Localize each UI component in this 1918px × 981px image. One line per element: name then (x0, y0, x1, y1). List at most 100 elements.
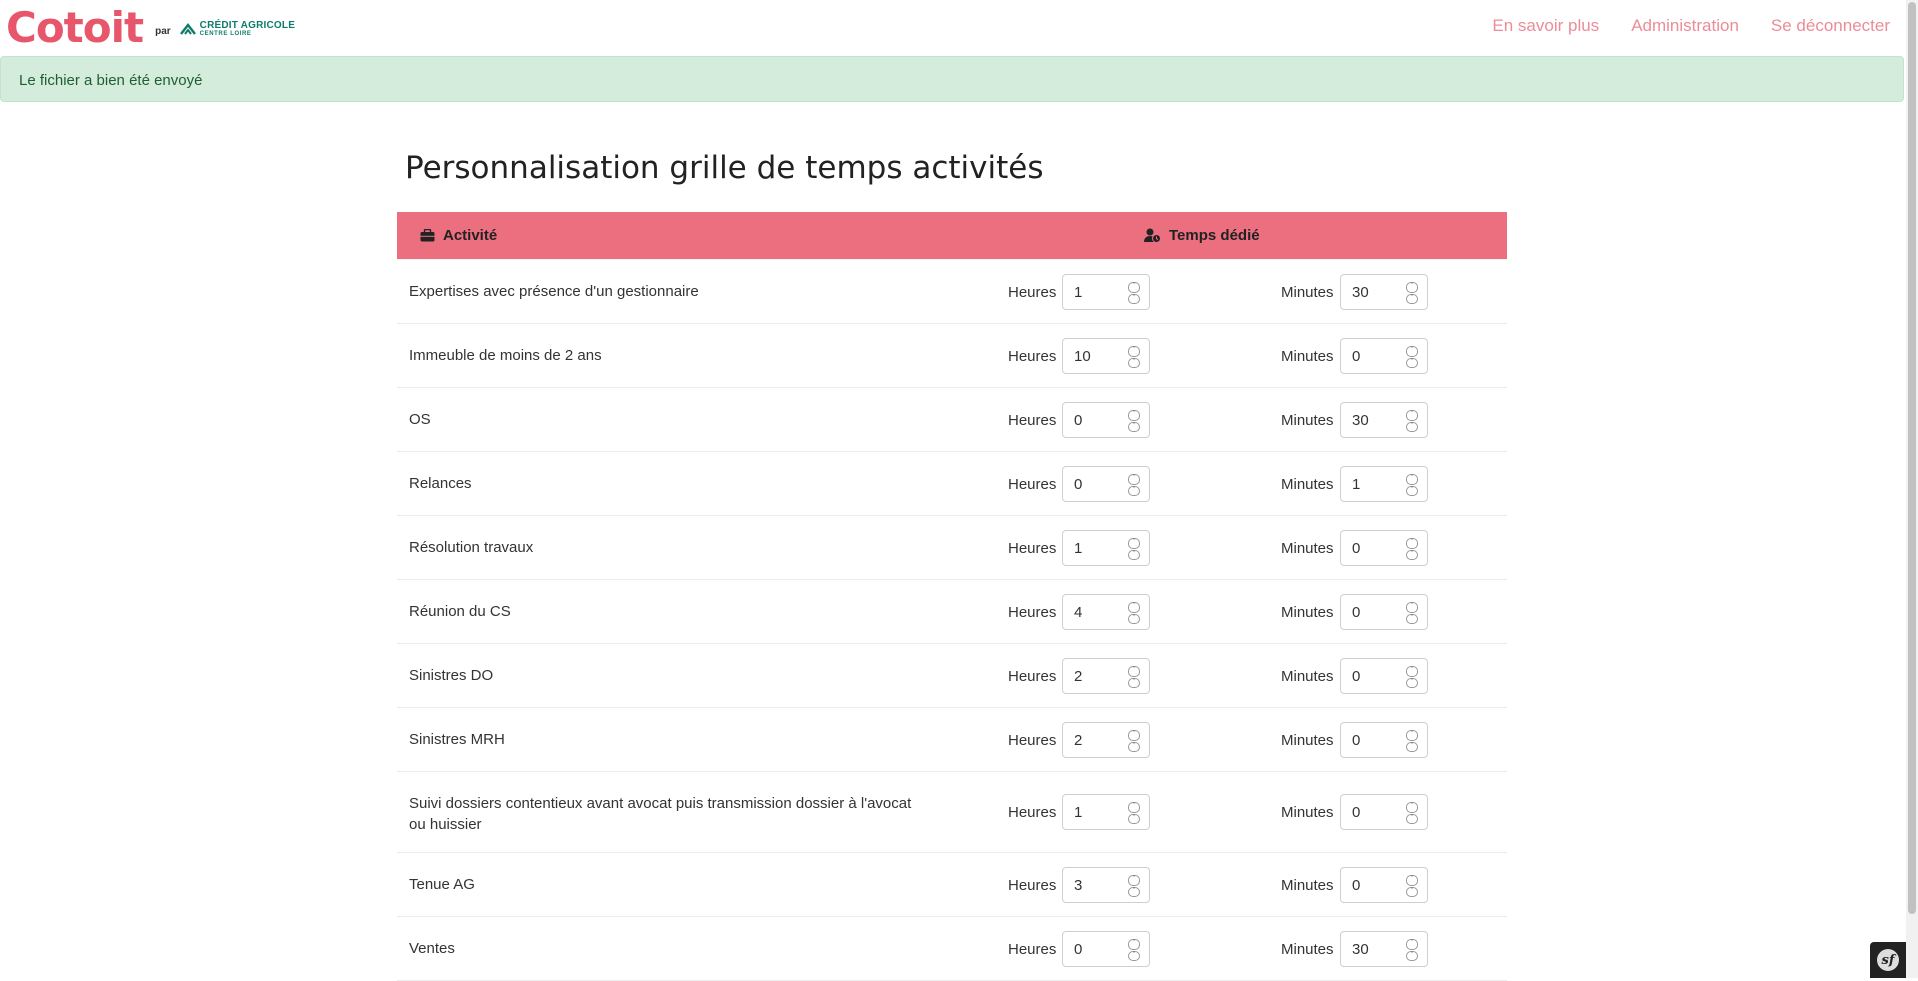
chevron-up-icon[interactable]: ˆ (1128, 346, 1140, 357)
chevron-up-icon[interactable]: ˆ (1128, 538, 1140, 549)
chevron-down-icon[interactable]: ˇ (1128, 421, 1140, 432)
chevron-up-icon[interactable]: ˆ (1406, 410, 1418, 421)
hours-label: Heures (1008, 348, 1057, 365)
chevron-up-icon[interactable]: ˆ (1406, 939, 1418, 950)
minutes-value[interactable]: 0 (1352, 604, 1360, 621)
minutes-input[interactable]: 0 ˆˇ (1340, 794, 1428, 830)
chevron-down-icon[interactable]: ˇ (1406, 677, 1418, 688)
hours-value[interactable]: 0 (1074, 412, 1082, 429)
minutes-input[interactable]: 1 ˆˇ (1340, 466, 1428, 502)
minutes-value[interactable]: 30 (1352, 412, 1369, 429)
chevron-up-icon[interactable]: ˆ (1128, 474, 1140, 485)
scrollbar-thumb[interactable] (1908, 2, 1916, 914)
hours-input[interactable]: 3 ˆˇ (1062, 867, 1150, 903)
chevron-down-icon[interactable]: ˇ (1128, 741, 1140, 752)
chevron-down-icon[interactable]: ˇ (1406, 950, 1418, 961)
hours-input[interactable]: 4 ˆˇ (1062, 594, 1150, 630)
minutes-value[interactable]: 0 (1352, 877, 1360, 894)
chevron-up-icon[interactable]: ˆ (1406, 538, 1418, 549)
hours-value[interactable]: 10 (1074, 348, 1091, 365)
chevron-up-icon[interactable]: ˆ (1406, 602, 1418, 613)
hours-input[interactable]: 0 ˆˇ (1062, 466, 1150, 502)
chevron-down-icon[interactable]: ˇ (1128, 485, 1140, 496)
chevron-down-icon[interactable]: ˇ (1128, 950, 1140, 961)
minutes-value[interactable]: 0 (1352, 732, 1360, 749)
minutes-input[interactable]: 0 ˆˇ (1340, 594, 1428, 630)
nav-link-administration[interactable]: Administration (1631, 16, 1739, 36)
hours-input[interactable]: 1 ˆˇ (1062, 794, 1150, 830)
minutes-input[interactable]: 0 ˆˇ (1340, 530, 1428, 566)
chevron-up-icon[interactable]: ˆ (1406, 802, 1418, 813)
hours-value[interactable]: 1 (1074, 540, 1082, 557)
minutes-label: Minutes (1281, 877, 1334, 894)
chevron-down-icon[interactable]: ˇ (1128, 677, 1140, 688)
chevron-down-icon[interactable]: ˇ (1128, 613, 1140, 624)
chevron-up-icon[interactable]: ˆ (1406, 730, 1418, 741)
hours-input[interactable]: 0 ˆˇ (1062, 402, 1150, 438)
hours-value[interactable]: 1 (1074, 284, 1082, 301)
minutes-value[interactable]: 0 (1352, 668, 1360, 685)
minutes-input[interactable]: 0 ˆˇ (1340, 722, 1428, 758)
chevron-down-icon[interactable]: ˇ (1406, 549, 1418, 560)
minutes-value[interactable]: 0 (1352, 348, 1360, 365)
minutes-input[interactable]: 30 ˆ ˇ (1340, 402, 1428, 438)
chevron-down-icon[interactable]: ˇ (1406, 813, 1418, 824)
chevron-down-icon[interactable]: ˇ (1128, 813, 1140, 824)
chevron-up-icon[interactable]: ˆ (1128, 939, 1140, 950)
chevron-down-icon[interactable]: ˇ (1128, 293, 1140, 304)
nav-link-en-savoir-plus[interactable]: En savoir plus (1492, 16, 1599, 36)
hours-input[interactable]: 2 ˆˇ (1062, 658, 1150, 694)
hours-value[interactable]: 2 (1074, 668, 1082, 685)
chevron-up-icon[interactable]: ˆ (1406, 875, 1418, 886)
hours-input[interactable]: 1 ˆˇ (1062, 530, 1150, 566)
chevron-up-icon[interactable]: ˆ (1406, 666, 1418, 677)
minutes-input[interactable]: 30 ˆ ˇ (1340, 931, 1428, 967)
chevron-up-icon[interactable]: ˆ (1128, 602, 1140, 613)
table-header: Activité Temps dédié (397, 212, 1507, 260)
hours-input[interactable]: 0 ˆˇ (1062, 931, 1150, 967)
minutes-value[interactable]: 30 (1352, 284, 1369, 301)
minutes-value[interactable]: 30 (1352, 941, 1369, 958)
symfony-debug-toolbar[interactable]: sf (1870, 942, 1906, 978)
hours-value[interactable]: 0 (1074, 941, 1082, 958)
chevron-up-icon[interactable]: ˆ (1128, 410, 1140, 421)
hours-input[interactable]: 10 ˆ ˇ (1062, 338, 1150, 374)
chevron-down-icon[interactable]: ˇ (1406, 421, 1418, 432)
chevron-down-icon[interactable]: ˇ (1128, 357, 1140, 368)
chevron-up-icon[interactable]: ˆ (1406, 474, 1418, 485)
chevron-up-icon[interactable]: ˆ (1128, 875, 1140, 886)
hours-input[interactable]: 2 ˆˇ (1062, 722, 1150, 758)
minutes-input[interactable]: 0 ˆˇ (1340, 867, 1428, 903)
hours-value[interactable]: 3 (1074, 877, 1082, 894)
minutes-value[interactable]: 0 (1352, 540, 1360, 557)
chevron-up-icon[interactable]: ˆ (1128, 730, 1140, 741)
chevron-down-icon[interactable]: ˇ (1128, 886, 1140, 897)
chevron-down-icon[interactable]: ˇ (1406, 741, 1418, 752)
minutes-value[interactable]: 1 (1352, 476, 1360, 493)
hours-value[interactable]: 4 (1074, 604, 1082, 621)
hours-input[interactable]: 1 ˆˇ (1062, 274, 1150, 310)
hours-value[interactable]: 1 (1074, 804, 1082, 821)
chevron-up-icon[interactable]: ˆ (1128, 282, 1140, 293)
chevron-up-icon[interactable]: ˆ (1128, 802, 1140, 813)
brand[interactable]: Cotoit par CRÉDIT AGRICOLE CENTRE LOIRE (6, 6, 295, 50)
chevron-down-icon[interactable]: ˇ (1406, 485, 1418, 496)
chevron-down-icon[interactable]: ˇ (1406, 293, 1418, 304)
nav-link-se-deconnecter[interactable]: Se déconnecter (1771, 16, 1890, 36)
minutes-value[interactable]: 0 (1352, 804, 1360, 821)
hours-value[interactable]: 2 (1074, 732, 1082, 749)
chevron-up-icon[interactable]: ˆ (1128, 666, 1140, 677)
chevron-down-icon[interactable]: ˇ (1128, 549, 1140, 560)
minutes-input[interactable]: 0 ˆˇ (1340, 658, 1428, 694)
hours-value[interactable]: 0 (1074, 476, 1082, 493)
chevron-down-icon[interactable]: ˇ (1406, 886, 1418, 897)
chevron-up-icon[interactable]: ˆ (1406, 346, 1418, 357)
minutes-input[interactable]: 30 ˆ ˇ (1340, 274, 1428, 310)
chevron-up-icon[interactable]: ˆ (1406, 282, 1418, 293)
chevron-down-icon[interactable]: ˇ (1406, 357, 1418, 368)
minutes-input[interactable]: 0 ˆˇ (1340, 338, 1428, 374)
vertical-scrollbar[interactable] (1906, 0, 1918, 978)
table-row: Tenue AG Heures 3 ˆ ˇ Minutes 0 ˆ ˇ (397, 853, 1507, 917)
cotoit-logo[interactable]: Cotoit (6, 6, 144, 50)
chevron-down-icon[interactable]: ˇ (1406, 613, 1418, 624)
